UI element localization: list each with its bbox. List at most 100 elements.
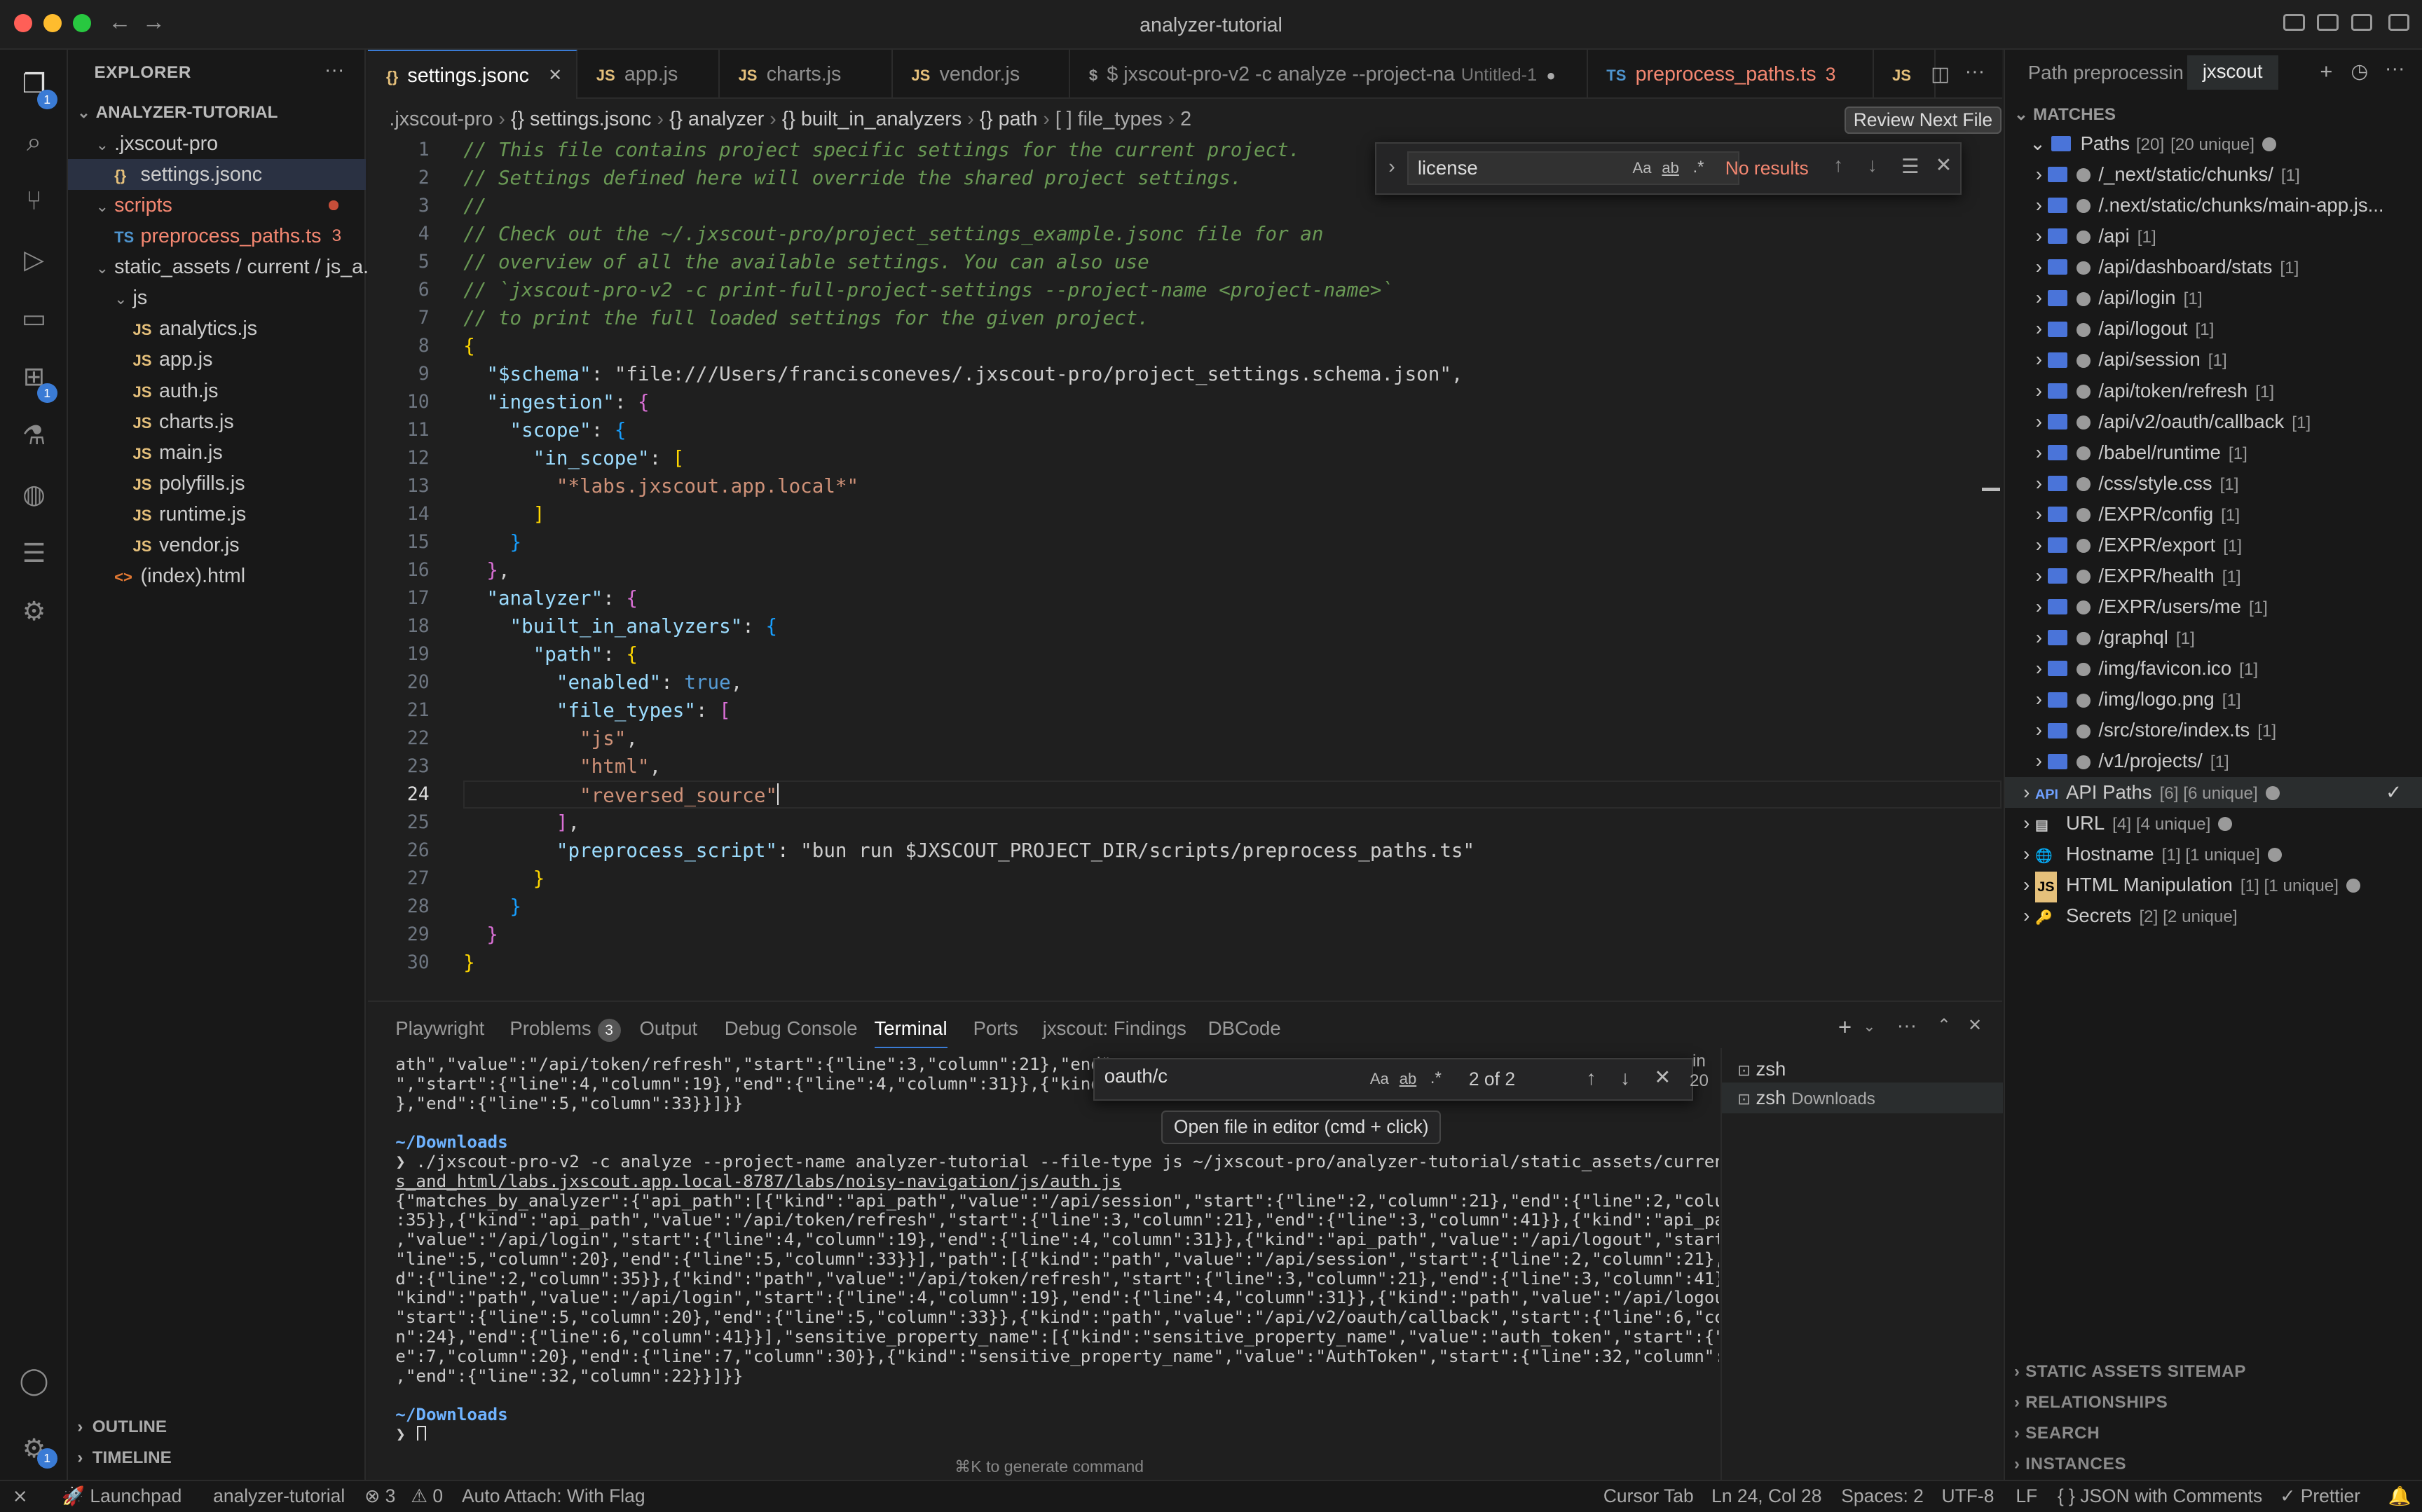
cursor-tab[interactable]: Cursor Tab (1603, 1485, 1694, 1507)
match-group[interactable]: › 🔑 Secrets [2] [2 unique] (2005, 900, 2422, 931)
breadcrumb-item[interactable]: {} settings.jsonc (511, 108, 652, 130)
tab-overflow[interactable]: JS (1874, 49, 1936, 99)
tab-settings-jsonc[interactable]: {} settings.jsonc ✕ (367, 49, 578, 99)
close-tab-icon[interactable]: ✕ (548, 51, 562, 99)
terminal-item[interactable]: ⊡ zsh Downloads (1737, 1087, 1875, 1109)
end-of-line[interactable]: LF (2016, 1485, 2037, 1507)
tab--[interactable]: $ $ jxscout-pro-v2 -c analyze --project-n… (1070, 49, 1588, 99)
remote-icon[interactable]: ⨯ (13, 1485, 28, 1507)
explorer-more-button[interactable]: ··· (324, 59, 345, 82)
path-match-item[interactable]: › /css/style.css [1] (2005, 468, 2422, 499)
toggle-replace-chevron-icon[interactable]: › (1388, 156, 1395, 179)
explorer-item[interactable]: JS runtime.js (68, 499, 366, 530)
panel-tab-output[interactable]: Output (639, 1017, 697, 1040)
panel-tab-jxscout-findings[interactable]: jxscout: Findings (1043, 1017, 1186, 1040)
panel-tab-problems[interactable]: Problems 3 (509, 1017, 621, 1043)
explorer-root[interactable]: ⌄ ANALYZER-TUTORIAL (68, 97, 366, 128)
path-match-item[interactable]: › /api/dashboard/stats [1] (2005, 252, 2422, 282)
panel-tab-ports[interactable]: Ports (973, 1017, 1018, 1040)
explorer-item[interactable]: JS vendor.js (68, 530, 366, 561)
path-match-item[interactable]: › /api [1] (2005, 221, 2422, 252)
path-match-item[interactable]: › /graphql [1] (2005, 622, 2422, 653)
close-panel-icon[interactable]: ✕ (1968, 1015, 1982, 1036)
explorer-item[interactable]: JS app.js (68, 344, 366, 375)
match-word-toggle[interactable]: ab (1662, 159, 1679, 177)
explorer-item[interactable]: ⌄ js (68, 282, 366, 313)
terminal-output[interactable]: ath","value":"/api/token/refresh","start… (368, 1054, 1719, 1441)
new-terminal-icon[interactable]: + (1838, 1015, 1852, 1041)
more-icon[interactable]: ··· (2385, 57, 2405, 81)
run-debug-icon[interactable]: ▷ (15, 241, 53, 278)
git-graph-icon[interactable]: ◍ (15, 476, 53, 513)
outline-section[interactable]: › OUTLINE (77, 1417, 167, 1437)
explorer-item[interactable]: JS polyfills.js (68, 468, 366, 499)
toggle-panel-icon[interactable] (2317, 13, 2339, 32)
warnings-count[interactable]: ⚠ 0 (411, 1485, 443, 1507)
path-match-item[interactable]: › /EXPR/config [1] (2005, 499, 2422, 530)
path-match-item[interactable]: › /img/logo.png [1] (2005, 684, 2422, 715)
panel-more-button[interactable]: ··· (1897, 1015, 1917, 1038)
match-group[interactable]: › ▤ URL [4] [4 unique] (2005, 808, 2422, 839)
tab-path-preprocessing[interactable]: Path preprocessin (2028, 62, 2184, 84)
explorer-item[interactable]: ⌄ static_assets / current / js_a... (68, 252, 380, 282)
terminal-find-input[interactable]: oauth/c (1104, 1065, 1168, 1087)
panel-tab-debug-console[interactable]: Debug Console (725, 1017, 858, 1040)
explorer-item[interactable]: <> (index).html (68, 561, 366, 591)
path-match-item[interactable]: › /babel/runtime [1] (2005, 437, 2422, 468)
remote-explorer-icon[interactable]: ▭ (15, 300, 53, 337)
path-match-item[interactable]: › /EXPR/users/me [1] (2005, 591, 2422, 622)
account-icon[interactable]: ◯ (15, 1362, 53, 1399)
breadcrumb-item[interactable]: 2 (1180, 108, 1191, 130)
tab-vendor-js[interactable]: JS vendor.js (893, 49, 1071, 99)
tab-jxscout[interactable]: jxscout (2187, 55, 2278, 90)
match-group[interactable]: › JS HTML Manipulation [1] [1 unique] (2005, 870, 2422, 902)
terminal-item[interactable]: ⊡ zsh (1737, 1058, 1786, 1080)
language-mode[interactable]: { } JSON with Comments (2058, 1485, 2262, 1507)
explorer-item[interactable]: TS preprocess_paths.ts 3 (68, 221, 366, 252)
match-group[interactable]: › API API Paths [6] [6 unique] ✓ (2004, 776, 2422, 808)
path-match-item[interactable]: › /EXPR/health [1] (2005, 561, 2422, 591)
source-control-icon[interactable]: ⑂ (15, 182, 53, 219)
matches-section[interactable]: ⌄ MATCHES (2014, 104, 2116, 125)
explorer-item[interactable]: JS auth.js (68, 376, 366, 406)
sidebar-section-relationships[interactable]: › RELATIONSHIPS (2014, 1393, 2168, 1413)
toggle-secondary-sidebar-icon[interactable] (2351, 13, 2373, 32)
customize-layout-icon[interactable] (2388, 13, 2410, 32)
sidebar-section-search[interactable]: › SEARCH (2014, 1424, 2100, 1443)
sidebar-section-instances[interactable]: › INSTANCES (2014, 1455, 2126, 1474)
terminal-dropdown-icon[interactable]: ⌄ (1863, 1017, 1875, 1036)
path-match-item[interactable]: › /api/v2/oauth/callback [1] (2005, 406, 2422, 437)
maximize-panel-icon[interactable]: ⌃ (1937, 1015, 1951, 1036)
history-icon[interactable]: ◷ (2351, 59, 2368, 83)
regex-toggle[interactable]: .* (1692, 158, 1704, 177)
path-match-item[interactable]: › /api/logout [1] (2005, 313, 2422, 344)
close-find-icon[interactable]: ✕ (1654, 1065, 1671, 1090)
auto-attach[interactable]: Auto Attach: With Flag (462, 1485, 645, 1507)
sidebar-section-static-assets-sitemap[interactable]: › STATIC ASSETS SITEMAP (2014, 1362, 2246, 1382)
explorer-item[interactable]: {} settings.jsonc (67, 158, 367, 191)
path-match-item[interactable]: › /EXPR/export [1] (2005, 530, 2422, 561)
panel-tab-playwright[interactable]: Playwright (395, 1017, 484, 1040)
explorer-item[interactable]: JS main.js (68, 437, 366, 468)
breadcrumb-item[interactable]: .jxscout-pro (389, 108, 493, 130)
prettier-status[interactable]: ✓ Prettier (2280, 1485, 2360, 1507)
split-editor-icon[interactable]: ◫ (1931, 62, 1950, 86)
notifications-icon[interactable]: 🔔 (2388, 1485, 2411, 1507)
previous-match-icon[interactable]: ↑ (1833, 154, 1843, 177)
panel-tab-dbcode[interactable]: DBCode (1208, 1017, 1281, 1040)
encoding[interactable]: UTF-8 (1942, 1485, 1995, 1507)
explorer-item[interactable]: JS analytics.js (68, 313, 366, 344)
paths-group[interactable]: ⌄ Paths [20] [20 unique] (2005, 128, 2422, 159)
explorer-item[interactable]: ⌄ .jxscout-pro (68, 128, 366, 159)
search-icon[interactable]: ⌕ (15, 123, 53, 160)
timeline-section[interactable]: › TIMELINE (77, 1448, 172, 1468)
next-match-icon[interactable]: ↓ (1868, 154, 1877, 177)
editor-more-button[interactable]: ··· (1965, 60, 1985, 83)
panel-tab-terminal[interactable]: Terminal (874, 1017, 947, 1049)
regex-toggle[interactable]: .* (1430, 1068, 1442, 1088)
path-match-item[interactable]: › /_next/static/chunks/ [1] (2005, 159, 2422, 190)
breadcrumb-item[interactable]: {} path (980, 108, 1038, 130)
match-word-toggle[interactable]: ab (1400, 1070, 1417, 1088)
match-case-toggle[interactable]: Aa (1370, 1070, 1389, 1088)
next-match-icon[interactable]: ↓ (1620, 1067, 1630, 1090)
